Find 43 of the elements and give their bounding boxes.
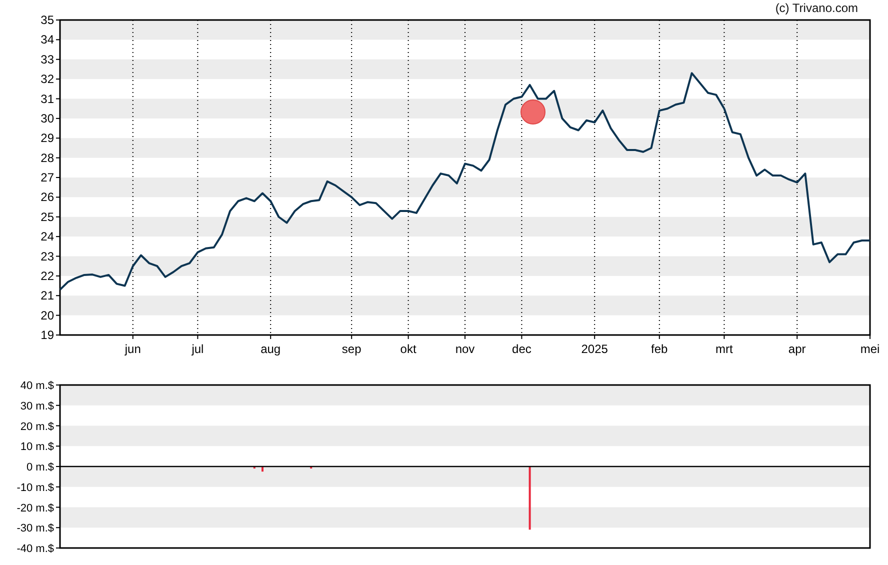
axis-tick-label: 27 [40,170,54,184]
axis-tick-label: 20 m.$ [20,420,54,433]
axis-tick-label: 22 [40,268,54,283]
axis-tick-label: sep [342,342,362,356]
axis-tick-label: feb [651,342,668,356]
axis-tick-label: 20 [40,308,54,322]
attribution-text: (c) Trivano.com [775,0,858,14]
flow-bar [310,466,312,469]
flow-bar [528,466,531,530]
axis-tick-label: 10 m.$ [20,441,54,454]
axis-tick-label: 19 [40,328,54,342]
axis-tick-label: 31 [40,92,54,106]
axis-tick-label: apr [788,342,806,356]
axis-tick-label: 32 [40,72,54,86]
axis-tick-label: 30 [40,111,54,126]
axis-tick-label: 23 [40,249,54,264]
axis-tick-label: 26 [40,190,54,204]
axis-tick-label: 28 [40,150,54,165]
axis-tick-label: 0 m.$ [26,462,54,474]
axis-tick-label: 29 [40,131,54,146]
axis-tick-label: 25 [40,210,54,224]
flow-bar [253,466,256,469]
axis-tick-label: nov [455,342,475,356]
marker-dot [520,100,546,124]
axis-tick-label: 2025 [581,342,608,356]
axis-tick-label: -20 m.$ [16,502,54,514]
axis-tick-label: -40 m.$ [16,543,54,555]
axis-tick-label: 21 [40,288,54,303]
axis-tick-label: jun [124,342,141,356]
axis-tick-label: 34 [40,32,54,47]
axis-tick-label: mrt [716,342,733,356]
axis-tick-label: dec [512,342,532,356]
axis-tick-label: -30 m.$ [16,522,54,535]
axis-tick-label: mei [860,342,880,356]
axis-tick-label: 33 [40,52,54,66]
axis-tick-label: -10 m.$ [16,482,54,494]
axis-tick-label: 30 m.$ [20,400,54,412]
axis-tick-label: 24 [40,230,54,244]
axis-tick-label: okt [400,342,416,356]
axis-tick-label: 40 m.$ [20,380,54,392]
axis-tick-label: 35 [40,14,54,27]
axis-tick-label: aug [260,342,281,356]
axis-tick-label: jul [192,342,204,356]
